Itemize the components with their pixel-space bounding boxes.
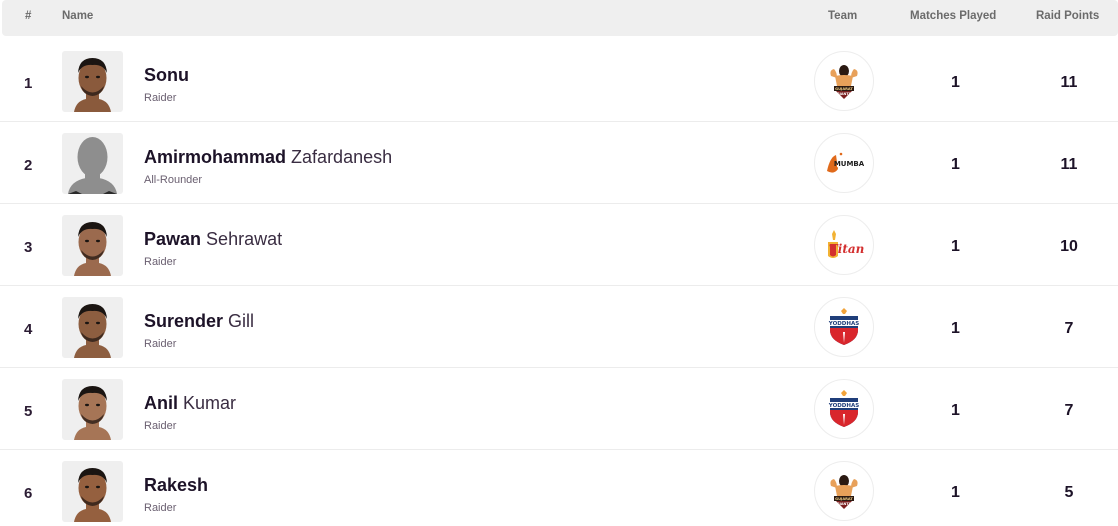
rank: 3 [24,239,33,256]
header-matches-played[interactable]: Matches Played [910,10,996,22]
svg-text:YODDHAS: YODDHAS [828,321,859,327]
svg-text:GIANTS: GIANTS [837,502,852,506]
player-photo[interactable] [62,461,123,522]
svg-text:MUMBA: MUMBA [834,160,864,168]
player-photo[interactable] [62,133,123,194]
player-first-name[interactable]: Pawan [144,229,201,249]
player-name[interactable]: Rakesh [144,475,208,496]
rank: 1 [24,75,33,92]
svg-text:GUJARAT: GUJARAT [835,87,853,91]
player-first-name[interactable]: Anil [144,393,178,413]
matches-played-value: 1 [951,238,960,255]
raid-points-value: 7 [1064,402,1074,419]
rank: 4 [24,321,33,338]
player-name[interactable]: Sonu [144,65,189,86]
player-photo[interactable] [62,51,123,112]
raid-points-leaderboard: # Name Team Matches Played Raid Points 1… [0,0,1118,526]
player-role: Raider [144,256,177,268]
player-role: All-Rounder [144,174,203,186]
player-first-name[interactable]: Amirmohammad [144,147,286,167]
table-header: # Name Team Matches Played Raid Points [2,0,1118,36]
raid-points-value: 11 [1060,74,1078,91]
player-photo[interactable] [62,297,123,358]
player-role: Raider [144,502,177,514]
svg-text:GUJARAT: GUJARAT [835,497,853,501]
matches-played-value: 1 [951,402,960,419]
rank: 2 [24,157,33,174]
gujarat-giants-logo[interactable]: GUJARAT GIANTS [814,461,874,521]
raid-points-value: 11 [1060,156,1078,173]
player-name[interactable]: Pawan Sehrawat [144,229,282,250]
table-row[interactable]: 2 Amirmohammad Zafardanesh All-Rounder MUMB… [0,122,1118,204]
player-name[interactable]: Surender Gill [144,311,254,332]
player-photo[interactable] [62,215,123,276]
player-last-name[interactable]: Kumar [183,393,236,413]
header-raid-points[interactable]: Raid Points [1036,10,1099,22]
player-role: Raider [144,338,177,350]
table-row[interactable]: 6 Rakesh Raider GUJARAT GIANTS 1 5 [0,450,1118,526]
player-last-name[interactable]: Gill [228,311,254,331]
matches-played-value: 1 [951,484,960,501]
player-last-name[interactable]: Zafardanesh [291,147,392,167]
svg-text:Titans: Titans [829,242,864,256]
header-rank: # [25,10,32,22]
gujarat-giants-logo[interactable]: GUJARAT GIANTS [814,51,874,111]
table-body: 1 Sonu Raider GUJARAT GIANTS 1 11 2 Amirmohammad… [0,40,1118,526]
player-role: Raider [144,92,177,104]
player-last-name[interactable]: Sehrawat [206,229,282,249]
player-name[interactable]: Anil Kumar [144,393,236,414]
table-row[interactable]: 1 Sonu Raider GUJARAT GIANTS 1 11 [0,40,1118,122]
header-name: Name [62,10,94,22]
player-role: Raider [144,420,177,432]
matches-played-value: 1 [951,320,960,337]
player-first-name[interactable]: Surender [144,311,223,331]
raid-points-value: 10 [1060,238,1078,255]
svg-text:YODDHAS: YODDHAS [828,403,859,409]
rank: 6 [24,485,33,502]
player-first-name[interactable]: Rakesh [144,475,208,495]
table-row[interactable]: 3 Pawan Sehrawat Raider Titans 1 10 [0,204,1118,286]
up-yoddhas-logo[interactable]: YODDHAS [814,379,874,439]
raid-points-value: 5 [1064,484,1074,501]
raid-points-value: 7 [1064,320,1074,337]
svg-text:GIANTS: GIANTS [837,92,852,96]
up-yoddhas-logo[interactable]: YODDHAS [814,297,874,357]
u-mumba-logo[interactable]: MUMBA [814,133,874,193]
player-photo[interactable] [62,379,123,440]
matches-played-value: 1 [951,156,960,173]
table-row[interactable]: 4 Surender Gill Raider YODDHAS 1 7 [0,286,1118,368]
rank: 5 [24,403,33,420]
player-name[interactable]: Amirmohammad Zafardanesh [144,147,392,168]
header-team: Team [828,10,858,22]
telugu-titans-logo[interactable]: Titans [814,215,874,275]
table-row[interactable]: 5 Anil Kumar Raider YODDHAS 1 7 [0,368,1118,450]
matches-played-value: 1 [951,74,960,91]
player-first-name[interactable]: Sonu [144,65,189,85]
